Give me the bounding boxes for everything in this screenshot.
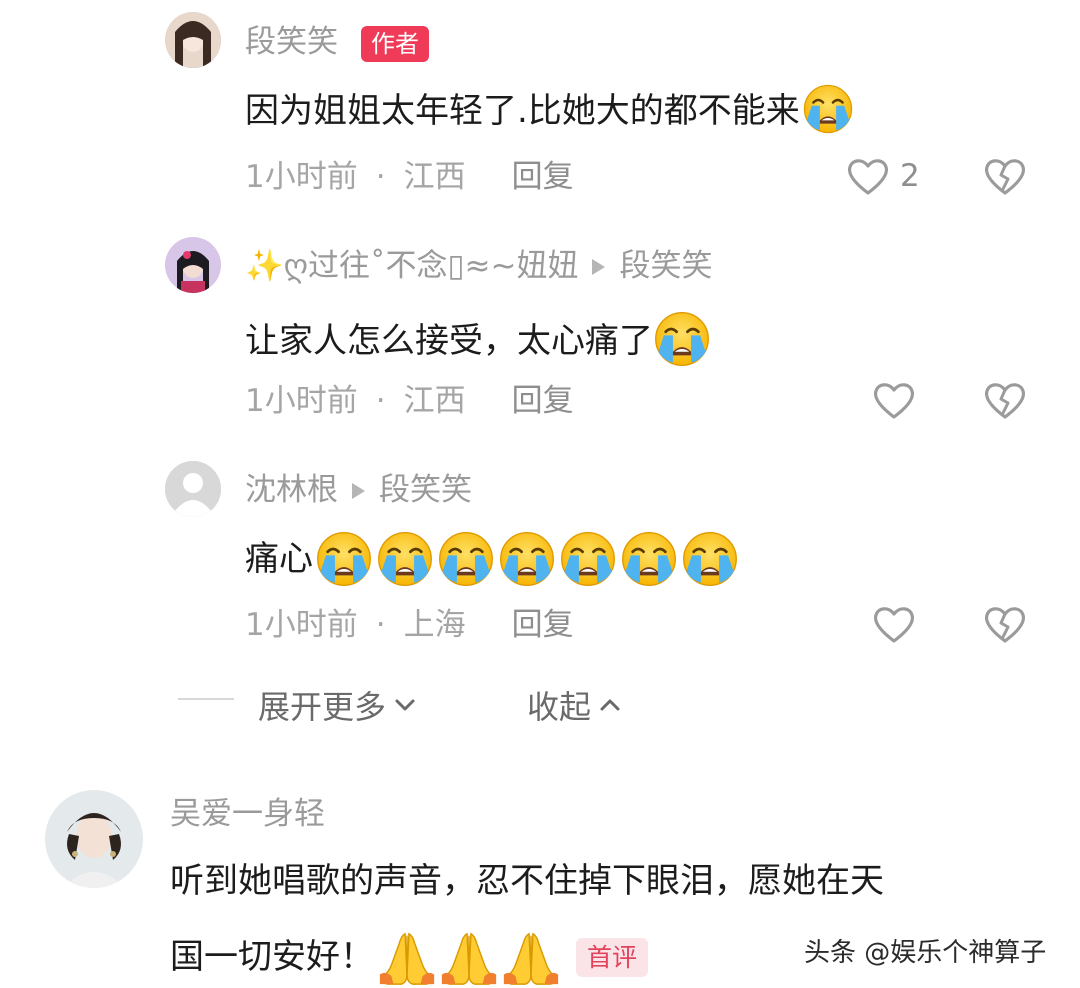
comment-text-line2: 国一切安好！ 首评 [170,926,649,988]
comment-text: 痛心 [245,530,739,588]
crying-emoji [620,530,678,588]
divider-line [178,698,234,700]
comment-text-line1: 听到她唱歌的声音，忍不住掉下眼泪，愿她在天 [170,861,884,901]
like-button[interactable]: 2 [846,156,920,196]
avatar-image [45,790,143,888]
comment-text: 让家人怎么接受，太心痛了 [245,314,711,368]
avatar[interactable] [165,12,221,68]
meta-separator: · [375,607,386,643]
crying-emoji [437,530,495,588]
comment-text-body: 让家人怎么接受，太心痛了 [245,321,653,361]
comment-text-body: 国一切安好！ [170,937,374,977]
emoji-row [376,926,562,988]
comment-time: 1小时前 [245,383,358,419]
comment-text-body: 因为姐姐太年轻了.比她大的都不能来 [245,91,800,131]
watermark: 头条 @娱乐个神算子 [804,938,1047,968]
broken-heart-icon[interactable] [983,156,1027,196]
comment-time: 1小时前 [245,159,358,195]
praying-hands-emoji [438,926,500,988]
comment-author[interactable]: 吴爱一身轻 [170,799,325,830]
comment-location: 江西 [403,383,466,419]
comment-location: 上海 [403,607,466,643]
reply-arrow-icon [352,482,365,499]
comment-author-line: 沈林根 段笑笑 [245,475,472,506]
comment-author[interactable]: 段笑笑 [245,27,338,58]
author-badge: 作者 [361,26,429,62]
first-comment-badge: 首评 [576,937,649,977]
expand-more-label: 展开更多 [258,688,387,726]
avatar-image [165,12,221,68]
crying-emoji [559,530,617,588]
avatar[interactable] [165,237,221,293]
heart-icon[interactable] [872,604,916,644]
chevron-down-icon [395,699,415,711]
reply-button[interactable]: 回复 [512,162,574,193]
comment-time: 1小时前 [245,607,358,643]
collapse-button[interactable]: 收起 [527,682,621,728]
comment-meta: 1小时前 · 江西 回复 [245,386,574,417]
comment-location: 江西 [403,159,466,195]
crying-emoji [376,530,434,588]
default-avatar-icon [165,461,221,517]
crying-emoji [802,83,854,135]
comment-text: 因为姐姐太年轻了.比她大的都不能来 [245,87,854,135]
avatar[interactable] [165,461,221,517]
collapse-label: 收起 [527,688,592,726]
crying-emoji [653,310,711,368]
crying-emoji [498,530,556,588]
reply-to-name[interactable]: 段笑笑 [379,475,472,506]
avatar[interactable] [45,790,143,888]
avatar-image [165,237,221,293]
reply-button[interactable]: 回复 [512,610,574,641]
crying-emoji [681,530,739,588]
praying-hands-emoji [500,926,562,988]
chevron-up-icon [600,699,620,711]
meta-separator: · [375,159,386,195]
comment-author-line: ✨ღ过往˚不念▯≈~妞妞 段笑笑 [245,251,712,282]
broken-heart-icon[interactable] [983,604,1027,644]
comment-meta: 1小时前 · 江西 回复 [245,162,574,193]
emoji-row [315,530,739,588]
expand-more-button[interactable]: 展开更多 [258,682,416,728]
heart-icon [846,156,890,196]
heart-icon[interactable] [872,380,916,420]
crying-emoji [315,530,373,588]
praying-hands-emoji [376,926,438,988]
reply-to-name[interactable]: 段笑笑 [619,251,712,282]
comment-author[interactable]: 沈林根 [245,475,338,506]
reply-button[interactable]: 回复 [512,386,574,417]
like-count: 2 [900,158,920,194]
comment-meta: 1小时前 · 上海 回复 [245,610,574,641]
meta-separator: · [375,383,386,419]
comment-author[interactable]: ✨ღ过往˚不念▯≈~妞妞 [245,251,578,282]
comment-text-body: 痛心 [245,539,313,579]
reply-arrow-icon [592,258,606,275]
broken-heart-icon[interactable] [983,380,1027,420]
